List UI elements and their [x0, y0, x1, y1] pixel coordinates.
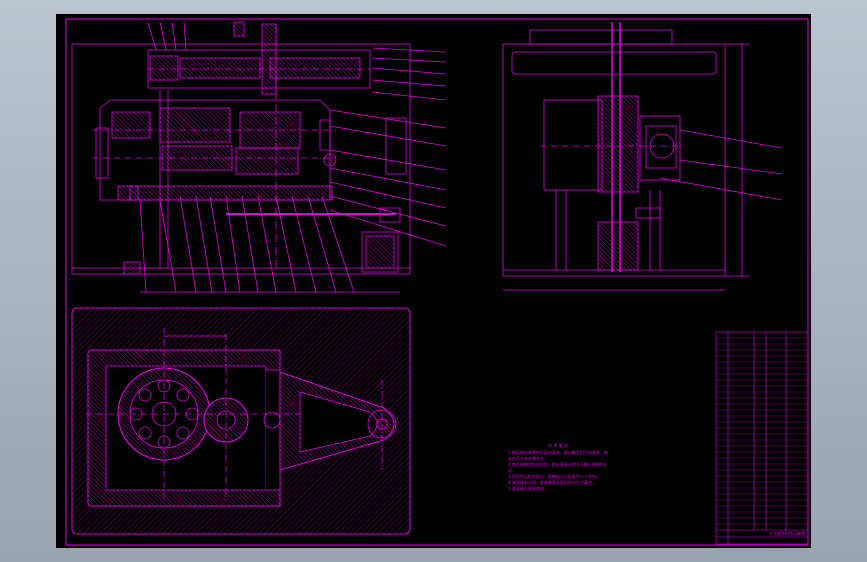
- top-view: [71, 307, 411, 535]
- note-line-5: 5.减速器内装润滑油。: [508, 486, 548, 491]
- note-line-2: 2.啮合侧隙用铅丝检验，铅丝直径不得大于最小侧隙的4倍。: [508, 462, 607, 473]
- title-block-name: 立式搅拌机传动装置: [769, 531, 805, 536]
- technical-requirements-note: 技 术 要 求 1.装配前所有零件用煤油清洗，滚动轴承用汽油清洗，箱体内不许有杂…: [508, 443, 608, 492]
- notes-title: 技 术 要 求: [548, 443, 568, 448]
- cad-drawing-canvas: [56, 14, 811, 548]
- note-line-1: 1.装配前所有零件用煤油清洗，滚动轴承用汽油清洗，箱体内不许有杂物存在。: [508, 450, 608, 461]
